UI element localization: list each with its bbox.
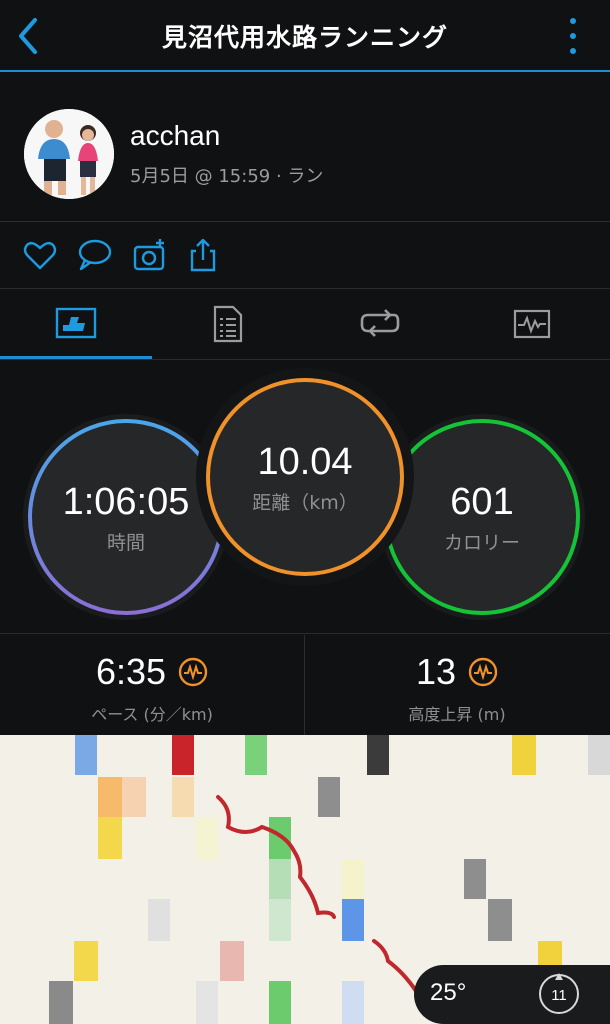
pace-label: ペース (分／km) (91, 705, 213, 724)
more-dot (570, 48, 576, 54)
distance-value: 10.04 (257, 440, 353, 483)
elevation-label: 高度上昇 (m) (408, 705, 506, 724)
social-actions (0, 223, 610, 289)
activity-tabs (0, 290, 610, 360)
back-button[interactable] (8, 12, 48, 60)
pace-value: 6:35 (95, 651, 167, 692)
laps-icon (360, 309, 400, 337)
overview-icon (55, 307, 97, 339)
top-app-bar: 見沼代用水路ランニング (0, 0, 610, 72)
tab-stats[interactable] (152, 290, 304, 358)
more-dot (570, 33, 576, 39)
temperature: 25° (430, 979, 467, 1006)
weather-badge: 25° 11 (414, 965, 610, 1024)
activity-date-type: 5月5日 @ 15:59 · ラン (130, 166, 324, 187)
more-dot (570, 18, 576, 24)
wind-speed: 11 (551, 987, 567, 1004)
calories-label: カロリー (443, 531, 520, 554)
share-icon (190, 238, 216, 272)
like-button[interactable] (22, 237, 58, 273)
pace-metric[interactable]: 6:35 ペース (分／km) (0, 635, 304, 735)
elevation-metric[interactable]: 13 高度上昇 (m) (305, 635, 609, 735)
activity-header: acchan 5月5日 @ 15:59 · ラン (0, 74, 610, 222)
time-label: 時間 (106, 531, 145, 554)
avatar-image (24, 109, 114, 199)
tab-laps[interactable] (304, 290, 456, 358)
add-photo-button[interactable] (132, 237, 168, 273)
username[interactable]: acchan (130, 120, 220, 152)
comment-button[interactable] (76, 237, 112, 273)
pulse-icon (468, 657, 498, 687)
tab-overview[interactable] (0, 290, 152, 359)
time-value: 1:06:05 (62, 480, 190, 523)
time-stat: 1:06:05 時間 (36, 427, 216, 607)
add-photo-icon (133, 239, 165, 271)
stats-list-icon (213, 305, 243, 343)
distance-stat: 10.04 距離（km） (213, 385, 397, 569)
heart-icon (23, 241, 57, 270)
distance-label: 距離（km） (252, 491, 358, 514)
pulse-icon (178, 657, 208, 687)
more-options-button[interactable] (566, 16, 580, 56)
share-button[interactable] (186, 237, 222, 273)
avatar[interactable] (24, 109, 114, 199)
tab-selected-indicator (0, 356, 152, 359)
wind-direction-icon: 11 (539, 973, 579, 1014)
tab-charts[interactable] (456, 290, 608, 358)
secondary-metrics: 6:35 ペース (分／km) 13 高度上昇 (m) (0, 635, 610, 735)
page-title: 見沼代用水路ランニング (161, 23, 448, 52)
calories-stat: 601 カロリー (392, 427, 572, 607)
chevron-left-icon (19, 18, 37, 54)
calories-value: 601 (450, 480, 514, 523)
elevation-value: 13 (415, 651, 457, 692)
charts-icon (513, 309, 551, 339)
comment-icon (78, 239, 112, 271)
summary-stats: 1:06:05 時間 601 カロリー 10.04 距離（km） (0, 360, 610, 634)
